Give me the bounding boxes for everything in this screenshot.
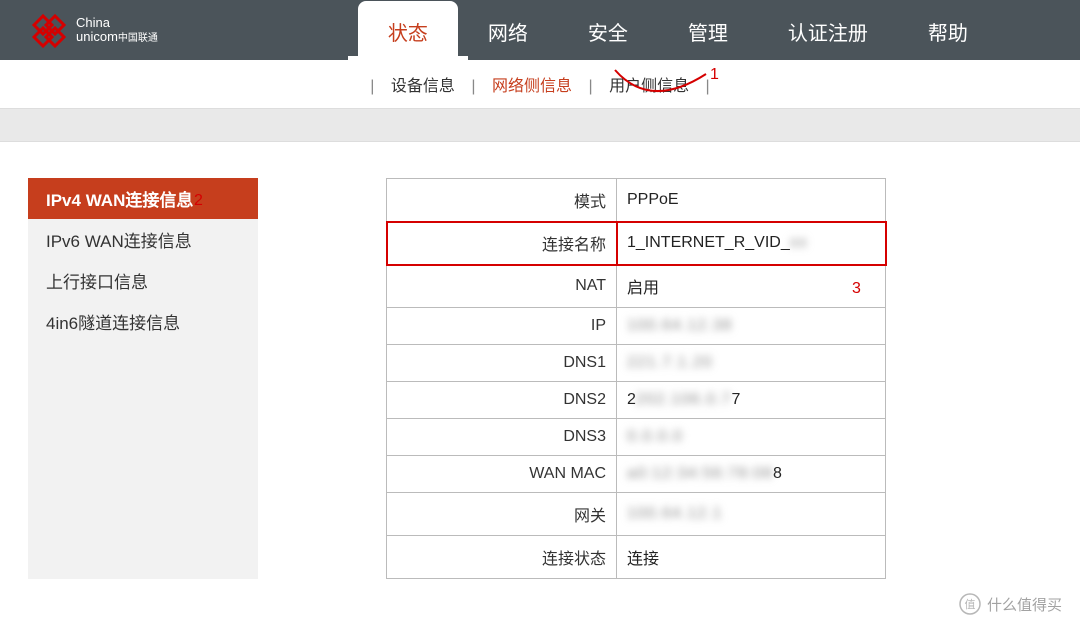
nav-network[interactable]: 网络	[458, 1, 558, 60]
annotation-label-3: 3	[852, 280, 861, 298]
nav-status[interactable]: 状态	[358, 1, 458, 60]
main-panel: 模式PPPoE 连接名称1_INTERNET_R_VID_xx NAT启用 IP…	[386, 178, 1080, 579]
table-row: DNS22202.106.0.77	[387, 382, 886, 419]
content-area: IPv4 WAN连接信息 IPv6 WAN连接信息 上行接口信息 4in6隧道连…	[0, 178, 1080, 579]
row-value-gateway: 100.64.12.1	[617, 493, 886, 536]
row-label-conn-name: 连接名称	[387, 222, 617, 265]
row-label-nat: NAT	[387, 265, 617, 308]
svg-text:值: 值	[964, 598, 975, 611]
table-row: 连接状态连接	[387, 536, 886, 579]
primary-nav: 状态 网络 安全 管理 认证注册 帮助	[358, 1, 998, 60]
brand-logo: China unicom中国联通	[0, 10, 158, 60]
annotation-label-2: 2	[194, 192, 203, 210]
connection-info-table: 模式PPPoE 连接名称1_INTERNET_R_VID_xx NAT启用 IP…	[386, 178, 886, 579]
subnav-network-side[interactable]: 网络侧信息	[492, 78, 572, 95]
top-navbar: China unicom中国联通 状态 网络 安全 管理 认证注册 帮助	[0, 0, 1080, 60]
watermark-icon: 值	[959, 593, 981, 615]
row-value-wan-mac: a0:12:34:56:78:088	[617, 456, 886, 493]
brand-text: China unicom中国联通	[76, 16, 158, 46]
row-label-dns1: DNS1	[387, 345, 617, 382]
watermark: 值 什么值得买	[959, 593, 1062, 615]
sub-nav: | 设备信息 | 网络侧信息 | 用户侧信息 |	[0, 60, 1080, 108]
row-value-dns2: 2202.106.0.77	[617, 382, 886, 419]
table-row: 网关100.64.12.1	[387, 493, 886, 536]
subnav-sep: |	[368, 78, 376, 95]
sidebar: IPv4 WAN连接信息 IPv6 WAN连接信息 上行接口信息 4in6隧道连…	[28, 178, 258, 579]
table-row: DNS30.0.0.0	[387, 419, 886, 456]
watermark-text: 什么值得买	[987, 594, 1062, 615]
table-row: NAT启用	[387, 265, 886, 308]
sidebar-item-uplink[interactable]: 上行接口信息	[28, 260, 258, 301]
nav-auth-register[interactable]: 认证注册	[758, 1, 898, 60]
table-row: IP100.64.12.38	[387, 308, 886, 345]
table-row-highlight: 连接名称1_INTERNET_R_VID_xx	[387, 222, 886, 265]
subnav-sep: |	[586, 78, 594, 95]
brand-line2: unicom中国联通	[76, 30, 158, 46]
row-value-conn-name: 1_INTERNET_R_VID_xx	[617, 222, 886, 265]
row-value-mode: PPPoE	[617, 179, 886, 222]
table-row: 模式PPPoE	[387, 179, 886, 222]
table-row: DNS1221.7.1.20	[387, 345, 886, 382]
nav-management[interactable]: 管理	[658, 1, 758, 60]
row-label-mode: 模式	[387, 179, 617, 222]
row-label-dns2: DNS2	[387, 382, 617, 419]
row-label-ip: IP	[387, 308, 617, 345]
nav-security[interactable]: 安全	[558, 1, 658, 60]
sidebar-item-4in6-tunnel[interactable]: 4in6隧道连接信息	[28, 301, 258, 342]
subnav-device-info[interactable]: 设备信息	[391, 78, 455, 95]
sidebar-item-ipv6-wan[interactable]: IPv6 WAN连接信息	[28, 219, 258, 260]
row-label-wan-mac: WAN MAC	[387, 456, 617, 493]
subnav-sep: |	[469, 78, 477, 95]
row-label-gateway: 网关	[387, 493, 617, 536]
row-value-conn-status: 连接	[617, 536, 886, 579]
nav-help[interactable]: 帮助	[898, 1, 998, 60]
annotation-curve-1	[610, 68, 720, 108]
row-label-dns3: DNS3	[387, 419, 617, 456]
row-value-dns1: 221.7.1.20	[617, 345, 886, 382]
table-row: WAN MACa0:12:34:56:78:088	[387, 456, 886, 493]
gray-divider-band	[0, 108, 1080, 142]
sidebar-item-ipv4-wan[interactable]: IPv4 WAN连接信息	[28, 178, 258, 219]
unicom-knot-icon	[28, 10, 70, 52]
brand-line1: China	[76, 16, 158, 30]
row-value-nat: 启用	[617, 265, 886, 308]
row-value-dns3: 0.0.0.0	[617, 419, 886, 456]
annotation-label-1: 1	[710, 66, 719, 84]
row-label-conn-status: 连接状态	[387, 536, 617, 579]
row-value-ip: 100.64.12.38	[617, 308, 886, 345]
